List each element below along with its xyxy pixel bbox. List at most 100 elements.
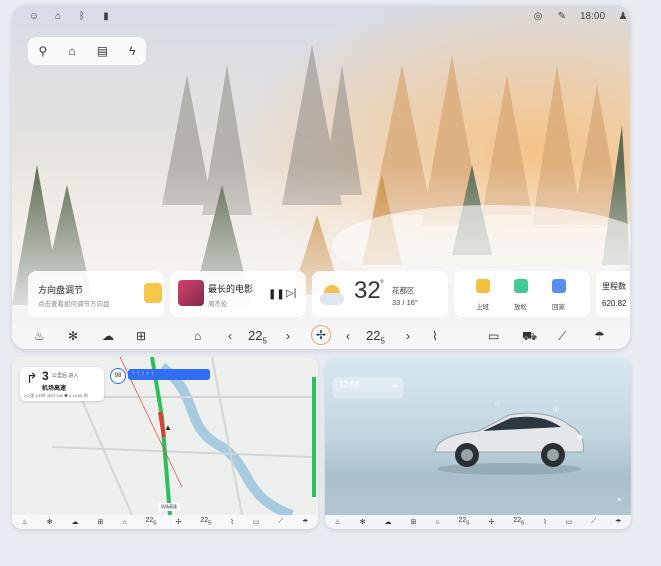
mini-seat2-icon[interactable]: ⌇ — [230, 518, 233, 526]
weather-range: 33 / 16° — [392, 298, 418, 307]
v-apps-icon[interactable]: ⊞ — [410, 518, 416, 526]
steering-card-subtitle: 点击查看如何调节方向盘 — [38, 301, 110, 308]
mini-home-icon[interactable]: ⌂ — [122, 519, 126, 526]
car-icon[interactable]: ⛟ — [522, 329, 537, 345]
vehicle-mini-dock: ♨ ✻ ☁ ⊞ ⌂ 225 ✢ 225 ⌇ ▭ ⟋ ☂ — [325, 515, 631, 529]
mini-fan-icon[interactable]: ✢ — [176, 518, 182, 526]
car-model[interactable] — [429, 407, 589, 477]
turn-road: 机场高速 — [42, 386, 67, 392]
lock-icon[interactable]: ⌂ — [52, 11, 64, 22]
seat-icon[interactable]: ⌇ — [432, 329, 438, 343]
temp-right-up[interactable]: › — [406, 329, 410, 343]
widget-time: 12:08 — [339, 380, 360, 389]
home-icon[interactable]: ⌂ — [68, 44, 75, 58]
turn-guidance-card: ↱ 3 公里后 进入 机场高速 2公里 1小时 35分 345 ◆ 4 19:0… — [20, 367, 104, 401]
range-value: 620.82 — [602, 299, 627, 308]
search-icon[interactable]: ⚲ — [39, 44, 48, 58]
mode-label-work[interactable]: 上班 — [476, 301, 489, 311]
weather-temp: 32 — [354, 277, 381, 304]
modes-card: 上班 放松 回家 — [454, 271, 590, 317]
map-display[interactable]: ↱ 3 公里后 进入 机场高速 2公里 1小时 35分 345 ◆ 4 19:0… — [12, 357, 318, 529]
roof-lock-icon[interactable]: ⌂ — [495, 401, 499, 408]
v-seat-icon[interactable]: ♨ — [334, 518, 340, 526]
temp-left-up[interactable]: › — [286, 329, 290, 343]
weather-degree: ° — [380, 279, 384, 290]
turn-distance: 3 — [42, 369, 49, 383]
defrost-icon[interactable]: ☁ — [102, 329, 114, 343]
v-home-icon[interactable]: ⌂ — [435, 519, 439, 526]
rear-defrost-icon[interactable]: ☂ — [594, 329, 605, 343]
document-icon[interactable]: ▤ — [97, 44, 108, 58]
person-icon[interactable]: ♟ — [617, 11, 629, 22]
next-track-icon[interactable]: ▷| — [286, 288, 296, 299]
v-temp-right: 225 — [513, 517, 525, 527]
mini-screen-icon[interactable]: ▭ — [253, 518, 260, 526]
v-temp-left: 225 — [458, 517, 470, 527]
seat-heat-icon[interactable]: ♨ — [34, 329, 45, 343]
weather-card[interactable]: 32 ° 花都区 33 / 16° — [312, 271, 448, 317]
mode-label-home[interactable]: 回家 — [552, 301, 565, 311]
relax-mode-icon[interactable] — [514, 279, 528, 293]
map-mini-dock: ♨ ✻ ☁ ⊞ ⌂ 225 ✢ 225 ⌇ ▭ ⟋ ☂ — [12, 515, 318, 529]
v-ac-icon[interactable]: ✻ — [360, 518, 366, 526]
mode-label-relax[interactable]: 放松 — [514, 301, 527, 311]
temp-left-value: 225 — [248, 328, 267, 346]
home-dock-icon[interactable]: ⌂ — [194, 329, 201, 343]
mini-temp-left: 225 — [145, 517, 157, 527]
screen-icon[interactable]: ▭ — [488, 329, 499, 343]
wiper-icon[interactable]: ⟋ — [558, 329, 566, 344]
temp-right-value: 225 — [366, 328, 385, 346]
status-icons-right: ◎ ✎ 18:00 ♟ — [532, 11, 629, 22]
mini-rear-icon[interactable]: ☂ — [302, 518, 308, 526]
temp-right-down[interactable]: ‹ — [346, 329, 350, 343]
apps-icon[interactable]: ⊞ — [136, 329, 146, 343]
v-screen-icon[interactable]: ▭ — [566, 518, 573, 526]
v-wiper-icon[interactable]: ⟋ — [591, 518, 596, 526]
flash-icon[interactable]: ϟ — [129, 44, 135, 58]
vehicle-display[interactable]: 12:08 ☁ ⌂ ◎ ◉ ≡ ♨ ✻ ☁ ⊞ ⌂ 225 ✢ 225 ⌇ ▭ … — [325, 357, 631, 529]
fan-icon[interactable]: ✢ — [311, 325, 331, 345]
weather-district: 花都区 — [392, 286, 415, 295]
music-title: 最长的电影 — [208, 284, 254, 294]
mini-ac-icon[interactable]: ✻ — [47, 518, 53, 526]
time-widget: 12:08 ☁ — [333, 377, 403, 399]
turn-distance-unit: 公里后 进入 — [52, 373, 79, 379]
v-fan-icon[interactable]: ✢ — [489, 518, 495, 526]
range-card[interactable]: 里程数 620.82 — [596, 271, 630, 317]
wrench-icon[interactable]: ✎ — [556, 11, 568, 22]
mini-wiper-icon[interactable]: ⟋ — [278, 518, 283, 526]
quick-actions: ⚲ ⌂ ▤ ϟ — [28, 37, 146, 65]
music-card[interactable]: 最长的电影 周杰伦 ❚❚ ▷| — [170, 271, 306, 317]
widget-cloud-icon: ☁ — [391, 382, 398, 389]
v-rear-icon[interactable]: ☂ — [615, 518, 621, 526]
lane-guidance: ↑ ↑ ↑ ↑ ↑ — [128, 369, 210, 380]
album-art — [178, 280, 204, 306]
status-icons-left: ☺ ⌂ ᛒ ▮ — [28, 11, 112, 22]
turn-arrow-icon: ↱ — [26, 370, 38, 386]
alert-icon: ◎ — [533, 11, 543, 22]
charge-port-icon[interactable]: ◉ — [577, 433, 583, 441]
temp-left-down[interactable]: ‹ — [228, 329, 232, 343]
cloud-icon — [320, 293, 344, 305]
settings-icon[interactable]: ≡ — [617, 497, 621, 504]
work-mode-icon[interactable] — [476, 279, 490, 293]
main-display: ☺ ⌂ ᛒ ▮ ◎ ✎ 18:00 ♟ ⚲ ⌂ ▤ ϟ 方向盘调节 点击查看如何… — [12, 5, 630, 349]
v-defrost-icon[interactable]: ☁ — [385, 518, 392, 526]
car-position-icon: ▲ — [164, 423, 172, 432]
climate-dock: ♨ ✻ ☁ ⊞ ⌂ ‹ 225 › ✢ ‹ 225 › ⌇ ▭ ⛟ ⟋ ☂ — [12, 323, 630, 349]
signal-icon: ▮ — [103, 11, 109, 22]
steering-card[interactable]: 方向盘调节 点击查看如何调节方向盘 — [28, 271, 164, 317]
ac-icon[interactable]: ✻ — [68, 329, 78, 343]
mini-apps-icon[interactable]: ⊞ — [97, 518, 103, 526]
music-artist: 周杰伦 — [208, 301, 228, 308]
trunk-icon[interactable]: ◎ — [553, 405, 559, 413]
mini-seat-icon[interactable]: ♨ — [21, 518, 27, 526]
destination-label: 机场高速 — [158, 503, 180, 511]
user-icon[interactable]: ☺ — [28, 11, 40, 22]
mini-defrost-icon[interactable]: ☁ — [72, 518, 79, 526]
v-seat2-icon[interactable]: ⌇ — [543, 518, 546, 526]
home-mode-icon[interactable] — [552, 279, 566, 293]
range-title: 里程数 — [602, 282, 626, 291]
steering-card-title: 方向盘调节 — [38, 285, 84, 295]
pause-icon[interactable]: ❚❚ — [268, 289, 285, 300]
